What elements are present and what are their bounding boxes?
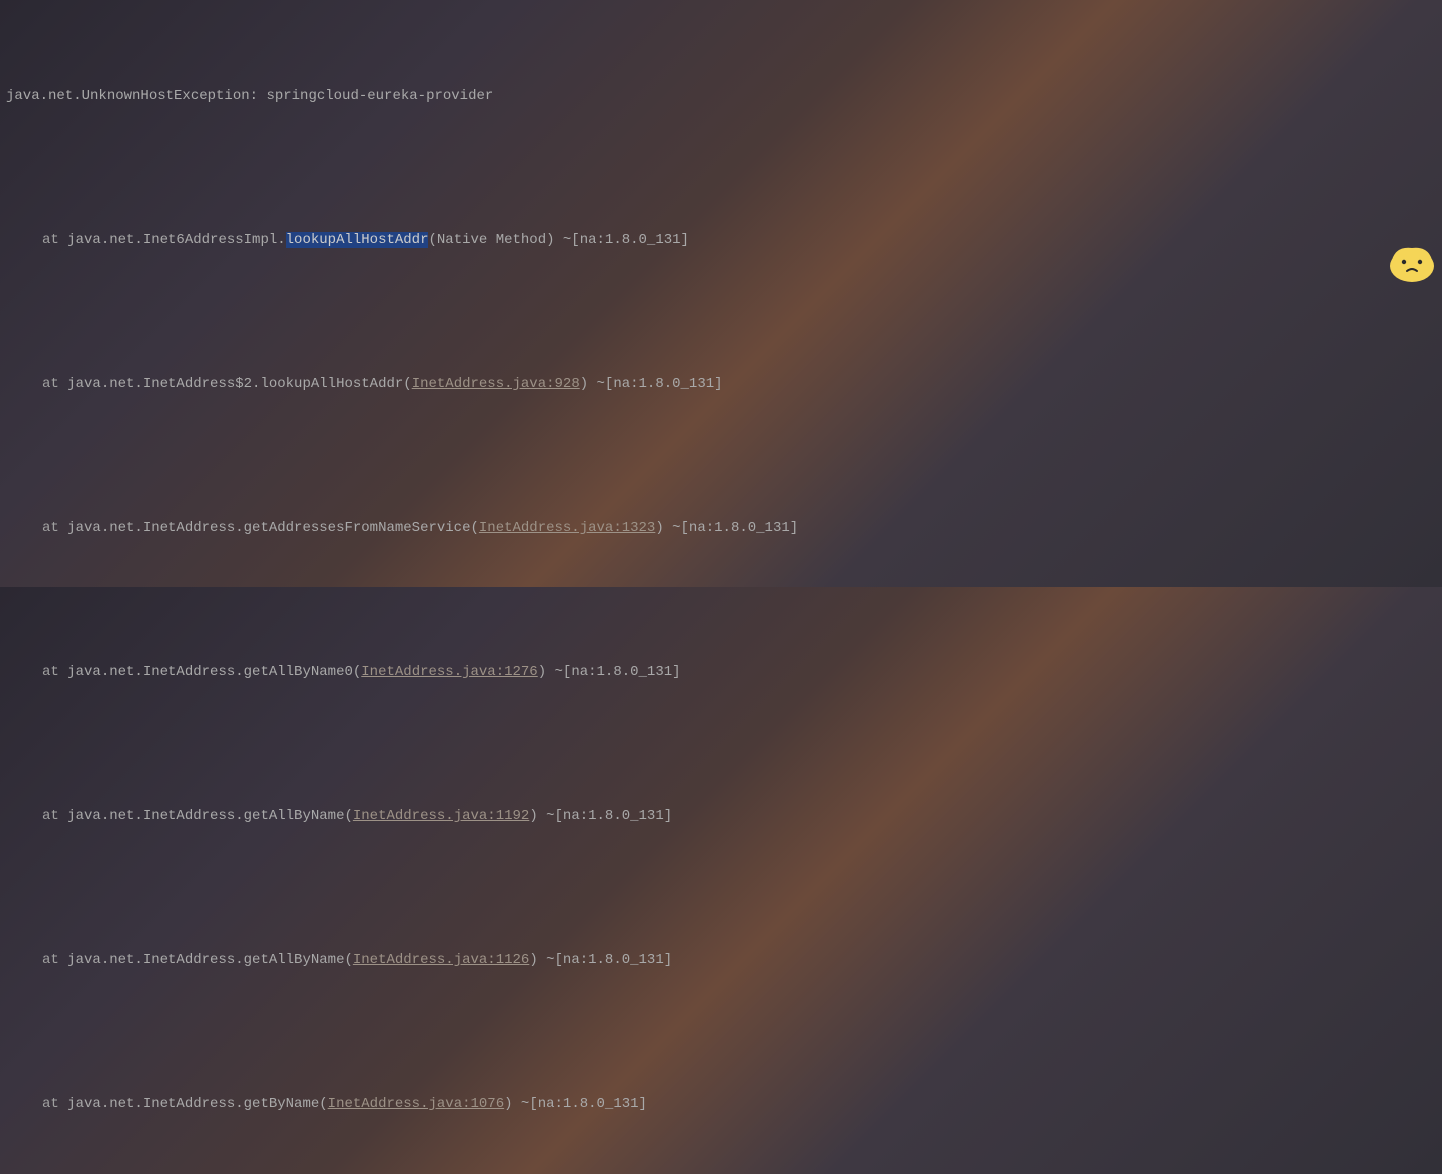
stack-frame: at java.net.InetAddress.getAllByName(Ine… bbox=[6, 942, 1442, 978]
source-link[interactable]: InetAddress.java:1126 bbox=[353, 952, 529, 968]
exception-line: java.net.UnknownHostException: springclo… bbox=[6, 78, 1442, 114]
stack-frame: at java.net.InetAddress.getAllByName(Ine… bbox=[6, 798, 1442, 834]
stack-frame: at java.net.Inet6AddressImpl.lookupAllHo… bbox=[6, 222, 1442, 258]
source-link[interactable]: InetAddress.java:1323 bbox=[479, 520, 655, 536]
stack-frame: at java.net.InetAddress.getByName(InetAd… bbox=[6, 1086, 1442, 1122]
source-link[interactable]: InetAddress.java:1276 bbox=[361, 664, 537, 680]
source-link[interactable]: InetAddress.java:928 bbox=[412, 376, 580, 392]
source-link[interactable]: InetAddress.java:1076 bbox=[328, 1096, 504, 1112]
stack-frame: at java.net.InetAddress$2.lookupAllHostA… bbox=[6, 366, 1442, 402]
selected-text[interactable]: lookupAllHostAddr bbox=[286, 232, 429, 248]
stack-frame: at java.net.InetAddress.getAllByName0(In… bbox=[6, 654, 1442, 690]
stack-frame: at java.net.InetAddress.getAddressesFrom… bbox=[6, 510, 1442, 546]
source-link[interactable]: InetAddress.java:1192 bbox=[353, 808, 529, 824]
stack-trace[interactable]: java.net.UnknownHostException: springclo… bbox=[0, 0, 1442, 1174]
assistant-avatar-icon[interactable] bbox=[1388, 242, 1436, 282]
